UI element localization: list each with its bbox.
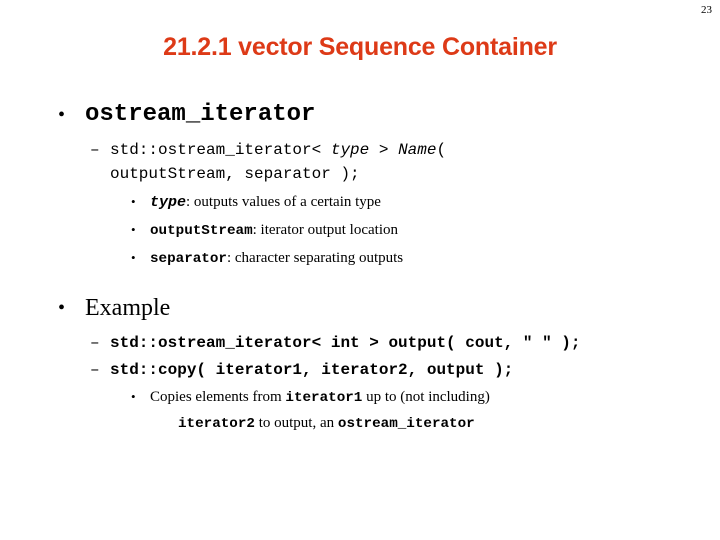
section-heading-example: Example [85,295,171,321]
bullet-dot-icon: • [58,297,66,319]
bullet-dot-icon: • [131,250,136,265]
bullet-dot-icon: • [58,104,66,126]
example-code-line-2: std::copy( iterator1, iterator2, output … [110,361,514,379]
slide: 23 21.2.1 vector Sequence Container • os… [0,0,720,540]
slide-body: • ostream_iterator – std::ostream_iterat… [0,100,720,437]
section-heading-ostream-iterator: ostream_iterator [85,101,316,128]
page-number: 23 [701,4,712,16]
bullet-dash-icon: – [90,141,100,159]
note-code-iterator1: iterator1 [285,390,363,406]
param-desc-type: : outputs values of a certain type [186,194,381,210]
param-type-row: type: outputs values of a certain type [150,190,680,215]
note-line1-before: Copies elements from [150,389,286,405]
bullet-dot-icon: • [131,194,136,209]
note-code-ostream-iterator: ostream_iterator [337,416,475,432]
param-outputstream-row: outputStream: iterator output location [150,218,680,243]
example-code-line-1: std::ostream_iterator< int > output( cou… [110,334,581,352]
bullet-level3-param-separator: • separator: character separating output… [0,246,720,271]
bullet-dot-icon: • [131,222,136,237]
bullet-level3-param-type: • type: outputs values of a certain type [0,190,720,215]
param-separator-row: separator: character separating outputs [150,246,680,271]
signature-type-param: type [330,141,370,159]
param-term-separator: separator [150,251,227,267]
bullet-level3-param-outputstream: • outputStream: iterator output location [0,218,720,243]
bullet-level2-signature: – std::ostream_iterator< type > Name(out… [0,138,720,186]
param-desc-outputstream: : iterator output location [252,222,399,238]
bullet-level3-example-note: • Copies elements from iterator1 up to (… [0,385,720,437]
bullet-level1-ostream-iterator: • ostream_iterator [0,100,720,130]
param-term-outputstream: outputStream [150,223,253,239]
ostream-iterator-signature: std::ostream_iterator< type > Name(outpu… [110,138,690,186]
param-term-type: type [150,194,187,211]
signature-part3: ( [436,141,447,159]
bullet-dash-icon: – [90,334,100,352]
note-line2-mid: to output, an [254,415,338,431]
signature-line2: outputStream, separator ); [110,165,360,183]
bullet-level2-example-code-2: – std::copy( iterator1, iterator2, outpu… [0,358,720,382]
page-title: 21.2.1 vector Sequence Container [163,33,557,61]
signature-name-param: Name [398,141,437,159]
bullet-level2-example-code-1: – std::ostream_iterator< int > output( c… [0,331,720,355]
note-code-iterator2: iterator2 [178,416,255,432]
signature-part1: std::ostream_iterator< [110,141,331,159]
bullet-dash-icon: – [90,361,100,379]
param-desc-separator: : character separating outputs [226,250,404,266]
bullet-level1-example: • Example [0,293,720,323]
bullet-dot-icon: • [131,389,136,404]
note-line1-after: up to (not including) [362,389,490,405]
example-note: Copies elements from iterator1 up to (no… [150,385,690,437]
signature-part2: > [369,141,399,159]
